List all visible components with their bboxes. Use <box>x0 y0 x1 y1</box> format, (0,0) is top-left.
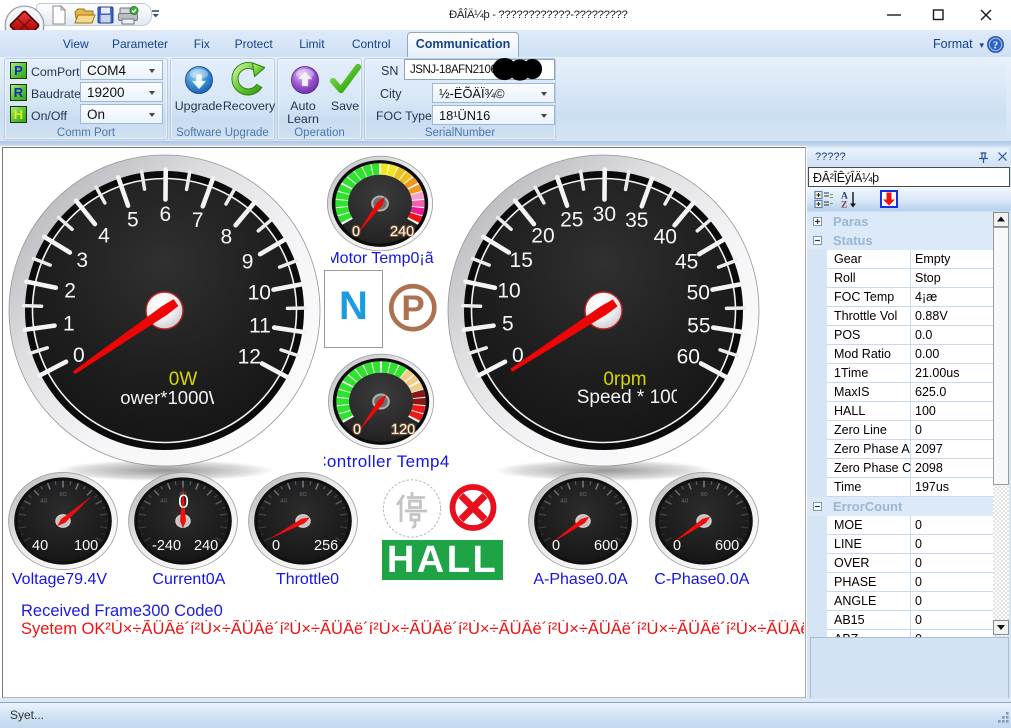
svg-text:40: 40 <box>160 497 168 504</box>
svg-text:240: 240 <box>390 224 414 240</box>
svg-text:0: 0 <box>353 422 361 438</box>
svg-text:15: 15 <box>510 249 533 272</box>
svg-text:60: 60 <box>579 491 587 498</box>
svg-text:256: 256 <box>314 538 338 554</box>
svg-text:240: 240 <box>194 538 218 554</box>
svg-text:-240: -240 <box>152 538 181 554</box>
svg-text:11: 11 <box>249 314 271 337</box>
svg-text:0: 0 <box>178 492 189 513</box>
svg-text:?: ? <box>993 40 998 51</box>
svg-text:P: P <box>401 289 424 328</box>
svg-text:40: 40 <box>32 538 48 554</box>
svg-text:40: 40 <box>560 497 568 504</box>
svg-text:600: 600 <box>715 538 739 554</box>
svg-text:3: 3 <box>76 249 88 272</box>
svg-text:0: 0 <box>673 538 681 554</box>
svg-text:60: 60 <box>299 491 307 498</box>
svg-text:0: 0 <box>73 344 85 367</box>
svg-text:1: 1 <box>63 313 75 336</box>
svg-text:5: 5 <box>127 208 139 231</box>
svg-text:60: 60 <box>677 346 700 369</box>
svg-text:5: 5 <box>502 313 514 336</box>
svg-text:0: 0 <box>552 538 560 554</box>
svg-text:8: 8 <box>220 225 232 248</box>
svg-text:10: 10 <box>497 280 520 303</box>
svg-text:35: 35 <box>625 209 648 232</box>
svg-text:10: 10 <box>248 281 271 304</box>
svg-text:45: 45 <box>675 251 698 274</box>
svg-text:4: 4 <box>98 224 110 247</box>
svg-text:600: 600 <box>594 538 618 554</box>
svg-text:40: 40 <box>654 225 677 248</box>
svg-text:50: 50 <box>687 281 710 304</box>
svg-text:60: 60 <box>700 491 708 498</box>
svg-text:12: 12 <box>238 346 261 369</box>
svg-text:2: 2 <box>64 280 76 303</box>
svg-text:30: 30 <box>593 203 616 226</box>
svg-text:6: 6 <box>159 203 171 226</box>
svg-text:55: 55 <box>687 314 710 337</box>
svg-text:40: 40 <box>681 497 689 504</box>
svg-text:0: 0 <box>272 538 280 554</box>
svg-text:40: 40 <box>40 497 48 504</box>
svg-text:0: 0 <box>352 224 360 240</box>
svg-text:Z: Z <box>841 201 847 210</box>
svg-text:100: 100 <box>74 538 98 554</box>
svg-text:7: 7 <box>192 209 204 232</box>
svg-text:40: 40 <box>280 497 288 504</box>
svg-text:20: 20 <box>531 224 554 247</box>
svg-text:9: 9 <box>242 251 254 274</box>
svg-text:120: 120 <box>391 422 415 438</box>
svg-text:60: 60 <box>59 491 67 498</box>
svg-text:25: 25 <box>560 208 583 231</box>
